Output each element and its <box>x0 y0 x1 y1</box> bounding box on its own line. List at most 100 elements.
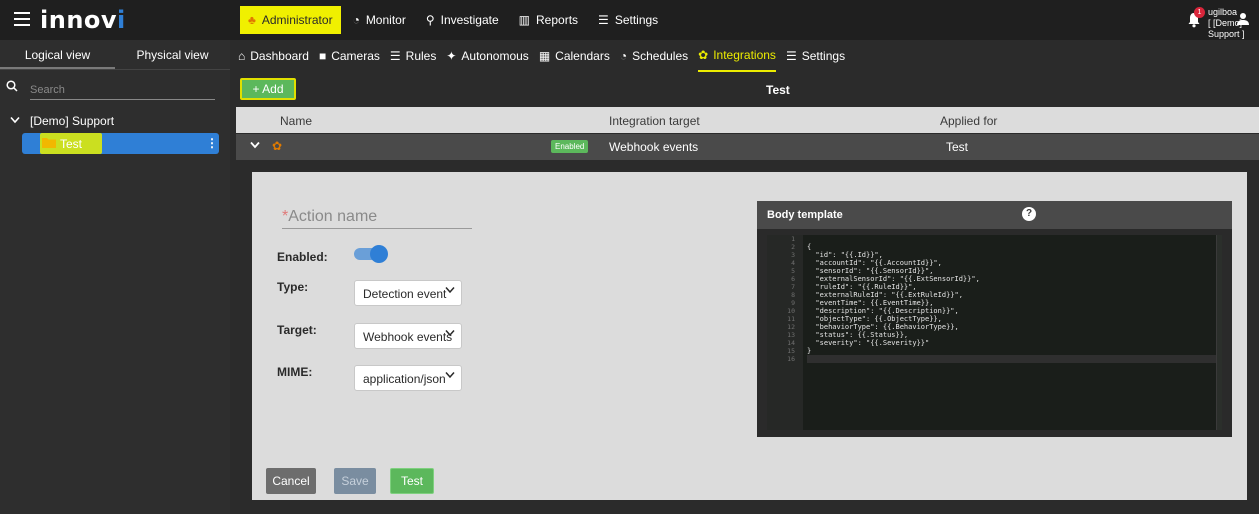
chevron-down-icon[interactable] <box>10 116 20 127</box>
user-icon[interactable] <box>1236 12 1250 29</box>
target-label: Target: <box>277 323 317 337</box>
clock-icon: ◔ <box>619 49 628 63</box>
subnav-integrations[interactable]: ✿ Integrations <box>698 40 776 72</box>
line-number: 11 <box>787 315 795 323</box>
toolbar: + Add Test <box>230 76 1259 104</box>
applied-for-cell: Test <box>946 140 969 154</box>
topnav-label: Monitor <box>365 13 406 27</box>
tree-item-test[interactable]: Test ⋮ <box>22 133 219 154</box>
table-row[interactable]: ✿ Enabled Webhook events Test <box>236 134 1259 160</box>
subnav-dashboard[interactable]: ⌂ Dashboard <box>238 40 309 72</box>
topnav-investigate[interactable]: ⚲ Investigate <box>418 6 507 34</box>
code-line: "externalSensorId": "{{.ExtSensorId}}", <box>807 275 980 283</box>
top-navigation: ♣ Administrator ◔ Monitor ⚲ Investigate … <box>240 6 670 34</box>
list-icon: ☰ <box>389 49 401 63</box>
cancel-button[interactable]: Cancel <box>266 468 316 494</box>
action-name-field[interactable]: *Action name <box>282 208 472 229</box>
add-button[interactable]: + Add <box>240 78 296 100</box>
subnav-rules[interactable]: ☰ Rules <box>390 40 436 72</box>
type-label: Type: <box>277 280 309 294</box>
integration-detail-panel: *Action name Enabled: Type: Detection ev… <box>252 172 1247 500</box>
integration-target-cell: Webhook events <box>609 140 699 154</box>
tab-logical-view[interactable]: Logical view <box>0 40 115 69</box>
line-number: 5 <box>791 267 795 275</box>
topnav-settings[interactable]: ☰ Settings <box>590 6 666 34</box>
home-icon: ⌂ <box>238 49 246 63</box>
mime-label: MIME: <box>277 365 313 379</box>
chevron-down-icon[interactable] <box>250 140 260 152</box>
code-line <box>807 355 1217 363</box>
code-line: "status": {{.Status}}, <box>807 331 909 339</box>
topnav-monitor[interactable]: ◔ Monitor <box>345 6 414 34</box>
chevron-down-icon <box>445 329 455 340</box>
user-account: [ [Demo] Support ] <box>1208 18 1245 39</box>
topnav-label: Administrator <box>261 13 333 27</box>
line-number: 3 <box>791 251 795 259</box>
line-number: 8 <box>791 291 795 299</box>
column-header-integration-target: Integration target <box>609 114 700 128</box>
save-button[interactable]: Save <box>334 468 376 494</box>
hamburger-menu-icon[interactable] <box>14 12 30 26</box>
magic-wand-icon: ✦ <box>446 49 457 63</box>
subnav-settings[interactable]: ☰ Settings <box>786 40 845 72</box>
line-number: 12 <box>787 323 795 331</box>
mime-select-value: application/json <box>363 372 446 386</box>
enabled-toggle[interactable] <box>354 245 388 263</box>
topnav-reports[interactable]: ▥ Reports <box>511 6 586 34</box>
main-content: ⌂ Dashboard ■ Cameras ☰ Rules ✦ Autonomo… <box>230 40 1259 514</box>
test-button[interactable]: Test <box>390 468 434 494</box>
subnav-label: Cameras <box>331 49 380 63</box>
line-number: 16 <box>787 355 795 363</box>
toggle-knob <box>370 245 388 263</box>
mime-select[interactable]: application/json <box>354 365 462 391</box>
line-number: 2 <box>791 243 795 251</box>
search-icon <box>6 80 18 95</box>
topnav-label: Investigate <box>440 13 499 27</box>
type-select[interactable]: Detection event <box>354 280 462 306</box>
target-select[interactable]: Webhook events <box>354 323 462 349</box>
subnav-label: Schedules <box>632 49 689 63</box>
code-line: "sensorId": "{{.SensorId}}", <box>807 267 934 275</box>
search-input[interactable] <box>30 80 215 100</box>
line-number: 13 <box>787 331 795 339</box>
subnav-schedules[interactable]: ◔ Schedules <box>620 40 688 72</box>
line-number: 15 <box>787 347 795 355</box>
topnav-administrator[interactable]: ♣ Administrator <box>240 6 341 34</box>
subnav-autonomous[interactable]: ✦ Autonomous <box>446 40 528 72</box>
table-header: Name Integration target Applied for <box>236 107 1259 133</box>
user-info[interactable]: ugilboa [ [Demo] Support ] <box>1208 7 1259 40</box>
code-line: "ruleId": "{{.RuleId}}", <box>807 283 917 291</box>
code-editor[interactable]: 1 2 3 4 5 6 7 8 9 10 11 12 13 14 15 16 { "id": "{{.Id}}… <box>767 235 1222 430</box>
line-number-gutter: 1 2 3 4 5 6 7 8 9 10 11 12 13 14 15 16 <box>767 235 803 430</box>
help-icon[interactable]: ? <box>1022 207 1036 221</box>
subnav-cameras[interactable]: ■ Cameras <box>319 40 380 72</box>
column-header-applied-for: Applied for <box>940 114 998 128</box>
tab-physical-view[interactable]: Physical view <box>115 40 230 69</box>
enabled-label: Enabled: <box>277 250 328 264</box>
chart-icon: ▥ <box>518 13 531 27</box>
notifications-bell-icon[interactable]: 1 <box>1186 7 1205 28</box>
kebab-menu-icon[interactable]: ⋮ <box>206 136 218 150</box>
line-number: 9 <box>791 299 795 307</box>
subnav-calendars[interactable]: ▦ Calendars <box>539 40 610 72</box>
tree-root-node[interactable]: [Demo] Support <box>10 114 114 128</box>
line-number: 1 <box>791 235 795 243</box>
topnav-label: Reports <box>536 13 579 27</box>
line-number: 4 <box>791 259 795 267</box>
code-line: "accountId": "{{.AccountId}}", <box>807 259 942 267</box>
page-title: Test <box>766 83 790 97</box>
sitemap-icon: ♣ <box>248 13 256 27</box>
type-select-value: Detection event <box>363 287 447 301</box>
target-select-value: Webhook events <box>363 330 453 344</box>
app-root: innovi ♣ Administrator ◔ Monitor ⚲ Inves… <box>0 0 1259 514</box>
code-lines: { "id": "{{.Id}}", "accountId": "{{.Acco… <box>807 235 1217 363</box>
line-number: 10 <box>787 307 795 315</box>
subnav-label: Autonomous <box>461 49 529 63</box>
body-template-title: Body template <box>767 209 843 221</box>
sidebar-search <box>0 78 230 102</box>
subnav-label: Dashboard <box>250 49 309 63</box>
editor-scrollbar[interactable] <box>1216 235 1222 430</box>
code-line: "eventTime": {{.EventTime}}, <box>807 299 934 307</box>
code-line: "id": "{{.Id}}", <box>807 251 883 259</box>
